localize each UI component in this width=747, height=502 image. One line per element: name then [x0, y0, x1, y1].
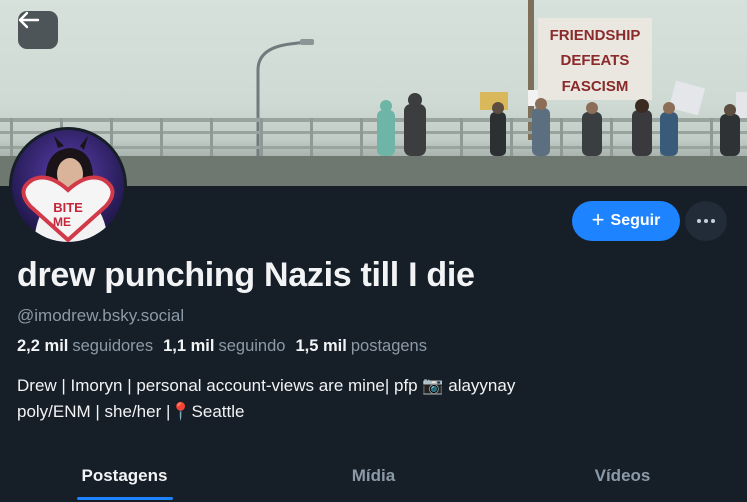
following-stat[interactable]: 1,1 mil seguindo: [163, 337, 285, 356]
banner-sign-line-2: DEFEATS: [561, 52, 630, 69]
followers-label: seguidores: [72, 337, 154, 355]
active-tab-indicator: [76, 497, 173, 500]
following-label: seguindo: [218, 337, 286, 355]
ellipsis-icon: [697, 219, 715, 223]
tab-label: Postagens: [81, 466, 168, 485]
profile-bio: Drew | Imoryn | personal account-views a…: [17, 373, 717, 425]
tab-midia[interactable]: Mídia: [249, 452, 498, 502]
avatar[interactable]: BITE ME: [9, 127, 127, 245]
following-count: 1,1 mil: [163, 337, 215, 355]
display-name: drew punching Nazis till I die: [17, 256, 475, 294]
avatar-text-line-1: BITE: [53, 200, 83, 215]
tab-label: Vídeos: [594, 466, 651, 485]
follow-button-label: Seguir: [610, 212, 661, 229]
tab-postagens[interactable]: Postagens: [0, 452, 249, 502]
tab-videos[interactable]: Vídeos: [498, 452, 747, 502]
back-button[interactable]: [18, 11, 58, 49]
profile-stats: 2,2 mil seguidores 1,1 mil seguindo 1,5 mi…: [17, 337, 427, 356]
more-options-button[interactable]: [685, 201, 727, 241]
plus-icon: +: [591, 207, 605, 232]
banner-sign-line-3: FASCISM: [562, 78, 629, 95]
handle: @imodrew.bsky.social: [17, 306, 185, 325]
posts-stat: 1,5 mil postagens: [295, 337, 427, 356]
followers-stat[interactable]: 2,2 mil seguidores: [17, 337, 153, 356]
arrow-left-icon: [18, 11, 40, 29]
avatar-image: BITE ME: [12, 130, 124, 242]
banner-sign-line-1: FRIENDSHIP: [550, 27, 641, 44]
profile-tabs: Postagens Mídia Vídeos: [0, 452, 747, 502]
posts-label: postagens: [350, 337, 427, 355]
followers-count: 2,2 mil: [17, 337, 69, 355]
tab-label: Mídia: [351, 466, 396, 485]
bio-line-2: poly/ENM | she/her |📍Seattle: [17, 402, 245, 421]
avatar-text-line-2: ME: [53, 215, 71, 229]
bio-line-1: Drew | Imoryn | personal account-views a…: [17, 376, 516, 395]
posts-count: 1,5 mil: [295, 337, 347, 355]
follow-button[interactable]: + Seguir: [572, 201, 680, 241]
